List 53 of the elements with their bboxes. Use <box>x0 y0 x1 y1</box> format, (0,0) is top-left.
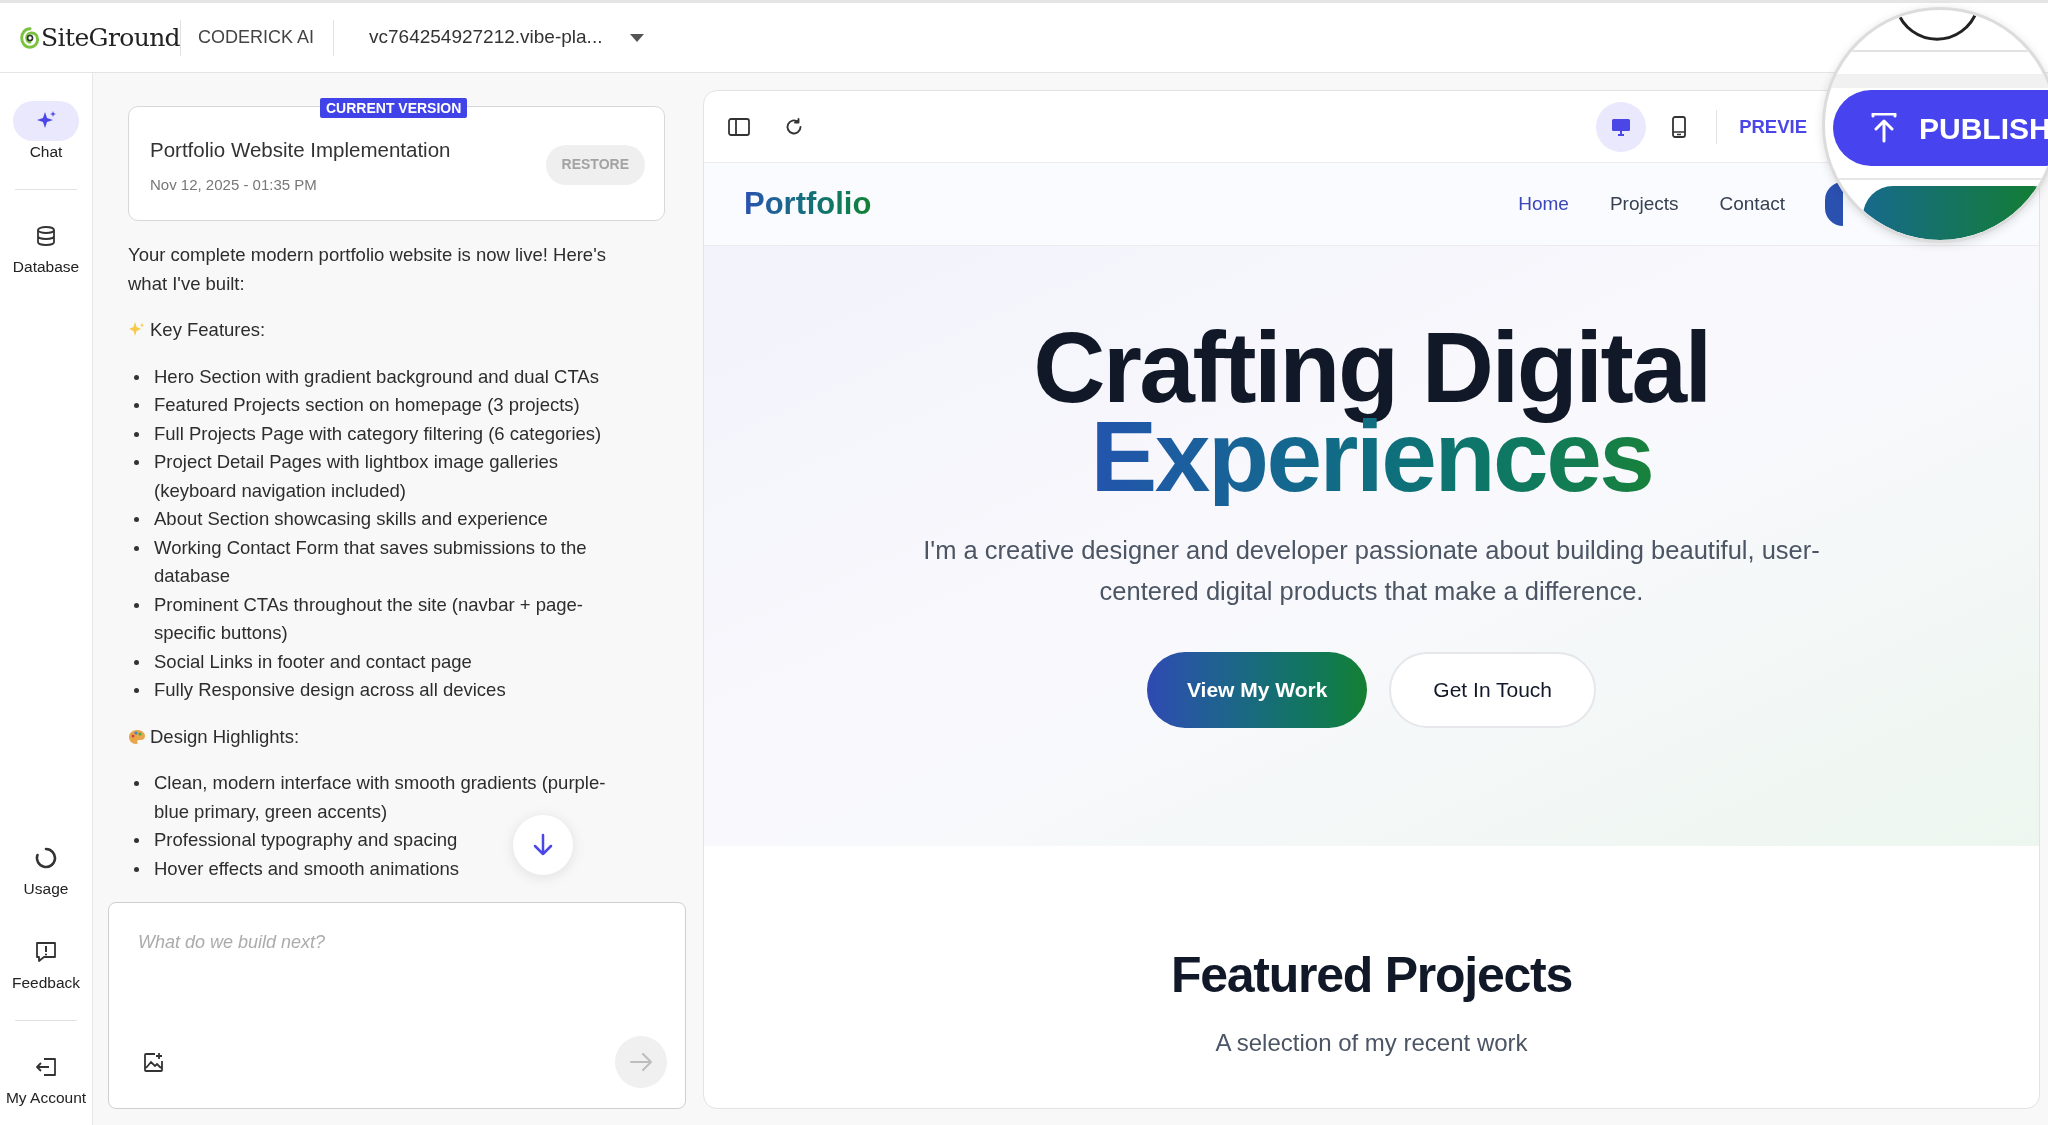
phone-icon <box>1672 115 1687 138</box>
nav-link[interactable]: Contact <box>1719 189 1785 219</box>
arrow-right-icon <box>629 1053 653 1071</box>
nav-link[interactable]: Home <box>1518 189 1569 219</box>
feedback-nav-item[interactable]: Feedback <box>0 926 92 1000</box>
caret-icon <box>630 33 645 42</box>
get-in-touch-button[interactable]: Get In Touch <box>1389 652 1597 728</box>
progress-ring-icon <box>35 847 57 869</box>
logo-wordmark: SiteGround <box>41 21 180 54</box>
section-heading: Design Highlights: <box>150 724 300 749</box>
sidebar-toggle-icon[interactable] <box>728 117 750 136</box>
featured-title: Featured Projects <box>1170 946 1573 1005</box>
section-heading: Key Features: <box>150 318 266 342</box>
view-work-button[interactable]: View My Work <box>1146 652 1368 728</box>
chat-nav-item[interactable]: Chat <box>0 95 92 169</box>
account-nav-item[interactable]: My Account <box>0 1041 92 1115</box>
list-item-text: Project Detail Pages with lightbox image galleries (keyboard navigation included) <box>154 451 559 501</box>
add-image-icon[interactable] <box>143 1052 164 1073</box>
feedback-icon <box>35 941 57 963</box>
preview-link[interactable]: PREVIE <box>1739 112 1807 141</box>
product-name: CODERICK AI <box>197 26 316 49</box>
project-dropdown[interactable]: vc764254927212.vibe-pla... <box>369 23 645 52</box>
version-title: Portfolio Website Implementation <box>150 136 451 163</box>
palette-icon <box>128 727 146 746</box>
version-date: Nov 12, 2025 - 01:35 PM <box>150 174 318 195</box>
featured-subtitle: A selection of my recent work <box>1215 1028 1528 1058</box>
refresh-icon[interactable] <box>785 117 803 136</box>
list-item-text: Prominent CTAs throughout the site (navbar + page-specific buttons) <box>154 593 583 643</box>
monitor-icon <box>1611 117 1632 136</box>
list-item-text: About Section showcasing skills and experience <box>154 508 548 529</box>
logout-icon <box>35 1056 57 1078</box>
message-input-field[interactable]: What do we build next? <box>108 902 686 1109</box>
list-item-text: Fully Responsive design across all devices <box>154 679 506 700</box>
list-item-text: Hero Section with gradient background and dual CTAs <box>154 365 599 387</box>
list-item-text: Social Links in footer and contact page <box>154 650 472 672</box>
publish-button[interactable]: PUBLISH <box>1833 90 2048 166</box>
list-item-text: Full Projects Page with category filtering (6 categories) <box>154 422 602 444</box>
list-item-text: Professional typography and spacing <box>154 829 458 850</box>
message-paragraph: Your complete modern portfolio website is now live! Here's what I've built: <box>128 243 607 296</box>
list-item-text: Hover effects and smooth animations <box>154 857 460 879</box>
nav-cta-button[interactable] <box>1825 182 1843 226</box>
upload-icon <box>1871 113 1897 143</box>
hero-subtitle: I'm a creative designer and developer passionate about building beautiful, user-centered digital products that make a difference. <box>922 535 1821 607</box>
list-item-text: Clean, modern interface with smooth gradients (purple-blue primary, green accents) <box>154 772 606 822</box>
current-version-badge: CURRENT VERSION <box>320 98 468 118</box>
database-nav-item[interactable]: Database <box>0 210 92 284</box>
arrow-down-icon <box>532 833 554 857</box>
usage-nav-item[interactable]: Usage <box>0 832 92 906</box>
logo-icon <box>20 24 41 51</box>
list-item-text: Featured Projects section on homepage (3 projects) <box>154 394 580 415</box>
nav-link[interactable]: Projects <box>1609 189 1679 219</box>
database-icon <box>35 225 57 247</box>
list-item-text: Working Contact Form that saves submissions to the database <box>154 536 587 586</box>
